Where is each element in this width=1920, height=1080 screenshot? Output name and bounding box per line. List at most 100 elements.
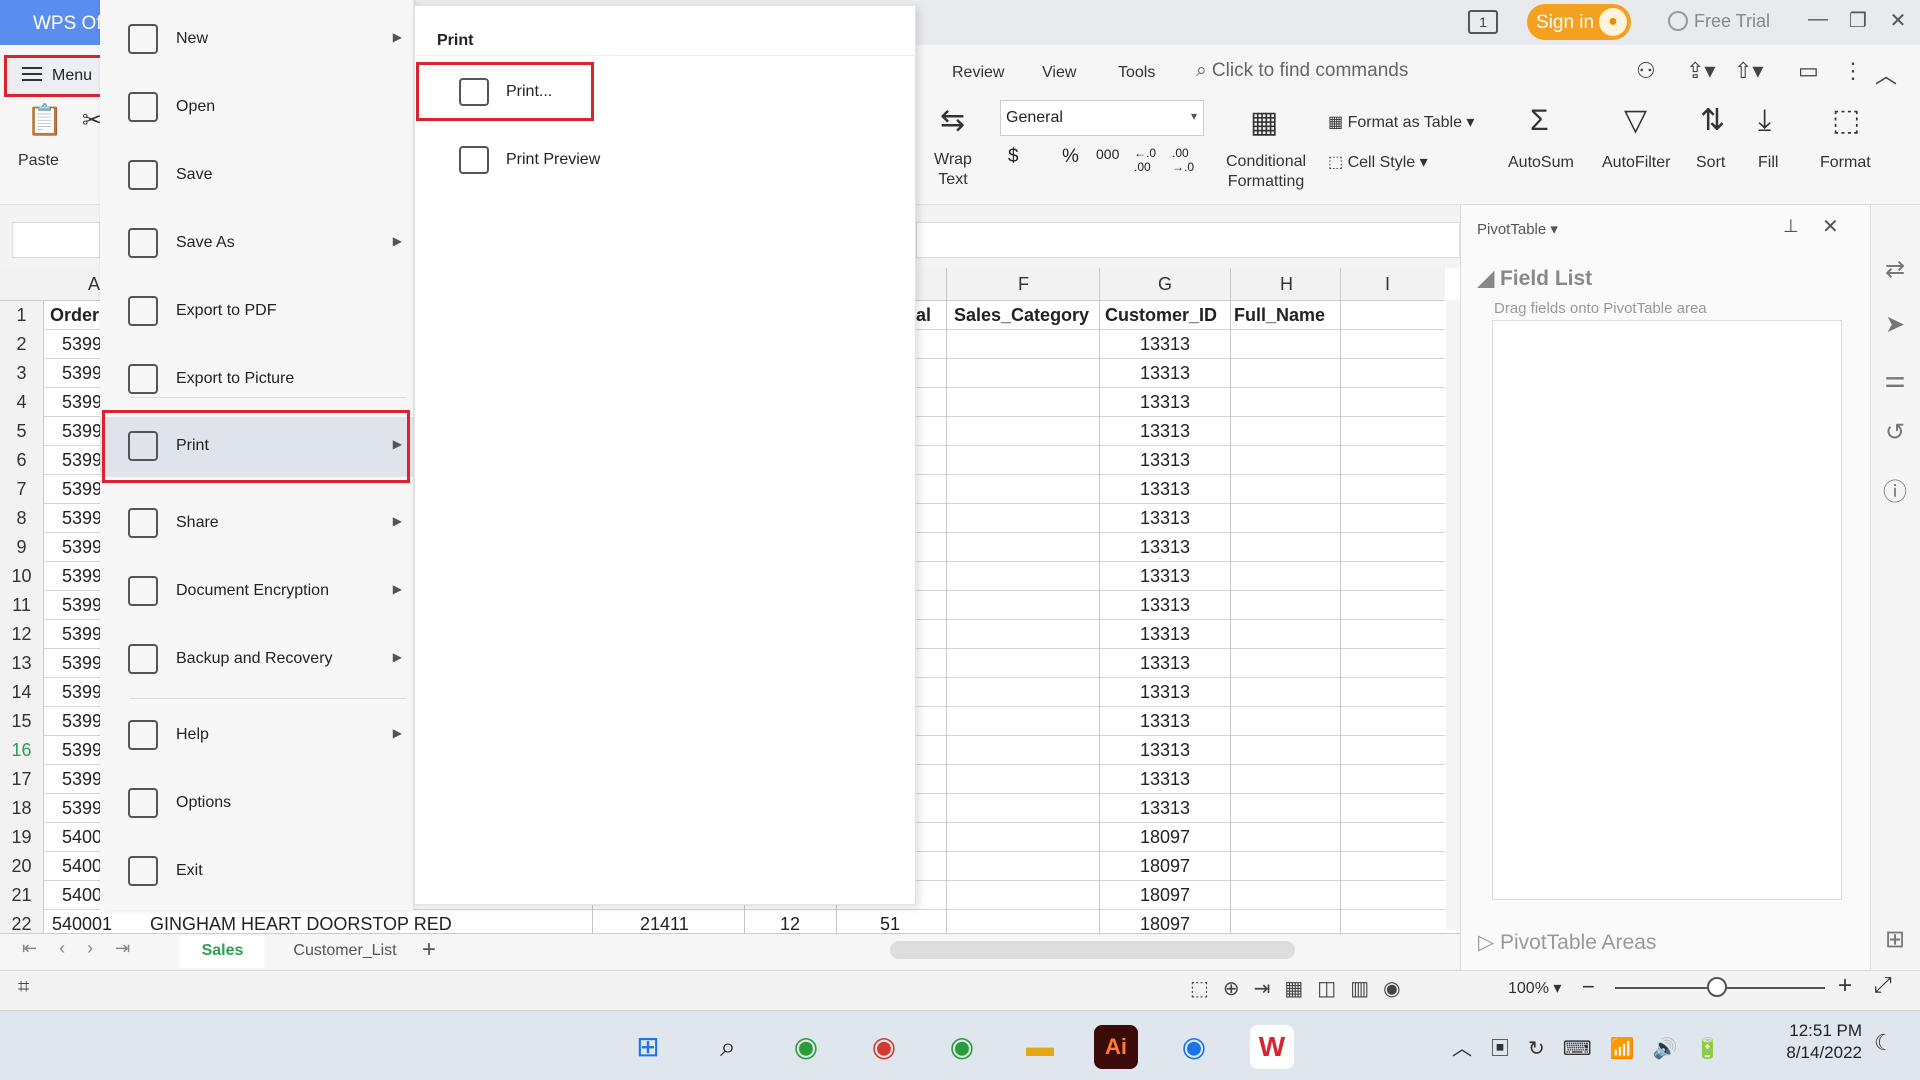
close-panel-icon[interactable]: ✕ [1822, 214, 1839, 239]
row-number[interactable]: 17 [0, 765, 44, 794]
cell-order[interactable]: 5399 [62, 620, 102, 649]
close-icon[interactable]: ✕ [1875, 8, 1920, 38]
cell-customer-id[interactable]: 13313 [1100, 707, 1230, 736]
command-search[interactable]: ⌕ Click to find commands [1196, 60, 1408, 82]
row-number[interactable]: 15 [0, 707, 44, 736]
cell-customer-id[interactable]: 13313 [1100, 388, 1230, 417]
cell-customer-id[interactable]: 13313 [1100, 591, 1230, 620]
column-header-i[interactable]: I [1385, 274, 1390, 295]
cell-order[interactable]: 5399 [62, 504, 102, 533]
conditional-formatting-button[interactable]: Conditional Formatting [1226, 152, 1306, 192]
cell-customer-id[interactable]: 18097 [1100, 852, 1230, 881]
autofilter-button[interactable]: AutoFilter [1602, 154, 1670, 172]
header-sales-category[interactable]: Sales_Category [954, 301, 1089, 330]
sheet-tab-customer-list[interactable]: Customer_List [280, 936, 410, 968]
select-cursor-icon[interactable]: ➤ [1872, 310, 1918, 339]
wrap-text-icon[interactable]: ⇆ [940, 104, 965, 138]
currency-icon[interactable]: $ [1008, 146, 1019, 168]
comment-icon[interactable]: ▭ [1798, 58, 1819, 84]
zoom-slider-handle[interactable] [1707, 977, 1727, 997]
menu-item-export-to-picture[interactable]: Export to Picture [100, 350, 414, 410]
file-explorer-icon[interactable]: ▬ [1018, 1025, 1062, 1069]
cell-customer-id[interactable]: 13313 [1100, 504, 1230, 533]
row-number[interactable]: 11 [0, 591, 44, 620]
cell-order[interactable]: 5399 [62, 794, 102, 823]
search-icon[interactable]: ⌕ [706, 1025, 750, 1069]
cell-order[interactable]: 5399 [62, 475, 102, 504]
illustrator-icon[interactable]: Ai [1094, 1025, 1138, 1069]
sheet-tab-sales[interactable]: Sales [180, 936, 265, 968]
format-button[interactable]: Format [1820, 154, 1871, 172]
free-trial-button[interactable]: Free Trial [1668, 11, 1770, 32]
cell-order[interactable]: 5399 [62, 591, 102, 620]
increase-decimal-icon[interactable]: ←.0 .00 [1134, 146, 1164, 174]
row-number[interactable]: 19 [0, 823, 44, 852]
paste-icon[interactable]: 📋 [26, 104, 63, 138]
cell-customer-id[interactable]: 13313 [1100, 794, 1230, 823]
column-header-f[interactable]: F [1018, 274, 1029, 295]
share-icon[interactable]: ⇪▾ [1686, 58, 1715, 84]
cell-customer-id[interactable]: 13313 [1100, 736, 1230, 765]
chrome-icon[interactable]: ◉ [862, 1025, 906, 1069]
sign-in-button[interactable]: Sign in ● [1527, 4, 1631, 40]
row-number[interactable]: 8 [0, 504, 44, 533]
column-header-a[interactable]: A [88, 274, 100, 295]
conditional-formatting-icon[interactable]: ▦ [1250, 106, 1278, 140]
cell-customer-id[interactable]: 13313 [1100, 475, 1230, 504]
horizontal-scrollbar[interactable] [890, 941, 1295, 959]
header-full-name[interactable]: Full_Name [1234, 301, 1325, 330]
windows-start-icon[interactable]: ⊞ [626, 1025, 670, 1069]
menu-item-share[interactable]: Share ▶ [100, 494, 414, 554]
row-number[interactable]: 13 [0, 649, 44, 678]
zoom-out-icon[interactable]: − [1582, 974, 1595, 1000]
more-icon[interactable]: ⋮ [1842, 58, 1864, 84]
pivot-table-areas[interactable]: ▷ PivotTable Areas [1478, 930, 1656, 955]
row-number[interactable]: 20 [0, 852, 44, 881]
row-number[interactable]: 16 [0, 736, 44, 765]
cell-order[interactable]: 5399 [62, 649, 102, 678]
adjust-icon[interactable]: ⚌ [1872, 365, 1918, 394]
upload-icon[interactable]: ⇧▾ [1734, 58, 1763, 84]
apps-icon[interactable]: ⊞ [1872, 925, 1918, 954]
menu-button[interactable]: Menu [4, 55, 106, 97]
menu-item-backup-and-recovery[interactable]: Backup and Recovery ▶ [100, 630, 414, 690]
cell-order[interactable]: 5399 [62, 388, 102, 417]
field-list-box[interactable] [1492, 320, 1842, 900]
cell-order[interactable]: 5399 [62, 417, 102, 446]
name-box[interactable] [12, 222, 100, 258]
collapse-ribbon-icon[interactable]: ︿ [1875, 58, 1897, 90]
decrease-decimal-icon[interactable]: .00 →.0 [1172, 146, 1202, 174]
fullscreen-icon[interactable]: ⤢ [1874, 972, 1892, 998]
cell-customer-id[interactable]: 13313 [1100, 417, 1230, 446]
column-header-g[interactable]: G [1158, 274, 1172, 295]
system-tray-icons[interactable]: ︿▣↻⌨📶🔊🔋 [1452, 1032, 1738, 1061]
wps-icon[interactable]: W [1250, 1025, 1294, 1069]
row-number[interactable]: 9 [0, 533, 44, 562]
tab-review[interactable]: Review [952, 64, 1004, 82]
field-list-heading[interactable]: ◢ Field List [1478, 266, 1592, 291]
add-sheet-icon[interactable]: + [422, 936, 436, 964]
sort-button[interactable]: Sort [1696, 154, 1725, 172]
row-number[interactable]: 7 [0, 475, 44, 504]
row-number[interactable]: 4 [0, 388, 44, 417]
fill-icon[interactable]: ⤓ [1758, 104, 1771, 138]
row-number[interactable]: 1 [0, 301, 44, 330]
wrap-text-button[interactable]: Wrap Text [934, 150, 972, 190]
row-number[interactable]: 5 [0, 417, 44, 446]
clock[interactable]: 12:51 PM 8/14/2022 [1772, 1020, 1862, 1064]
tab-view[interactable]: View [1042, 64, 1076, 82]
print-preview-item[interactable]: Print Preview [416, 132, 914, 188]
column-header-h[interactable]: H [1280, 274, 1293, 295]
chrome-icon[interactable]: ◉ [784, 1025, 828, 1069]
chrome-icon[interactable]: ◉ [1172, 1025, 1216, 1069]
cell-customer-id[interactable]: 13313 [1100, 359, 1230, 388]
history-icon[interactable]: ↺ [1872, 418, 1918, 447]
menu-item-save[interactable]: Save [100, 146, 414, 206]
sort-icon[interactable]: ⇅ [1700, 104, 1725, 138]
fill-button[interactable]: Fill [1758, 154, 1778, 172]
number-format-select[interactable]: General [1000, 100, 1204, 136]
menu-item-new[interactable]: New ▶ [100, 10, 414, 70]
menu-item-exit[interactable]: Exit [100, 842, 414, 902]
menu-item-help[interactable]: Help ▶ [100, 706, 414, 766]
view-mode-icons[interactable]: ⬚⊕⇥▦◫▥◉ [1190, 976, 1415, 1001]
